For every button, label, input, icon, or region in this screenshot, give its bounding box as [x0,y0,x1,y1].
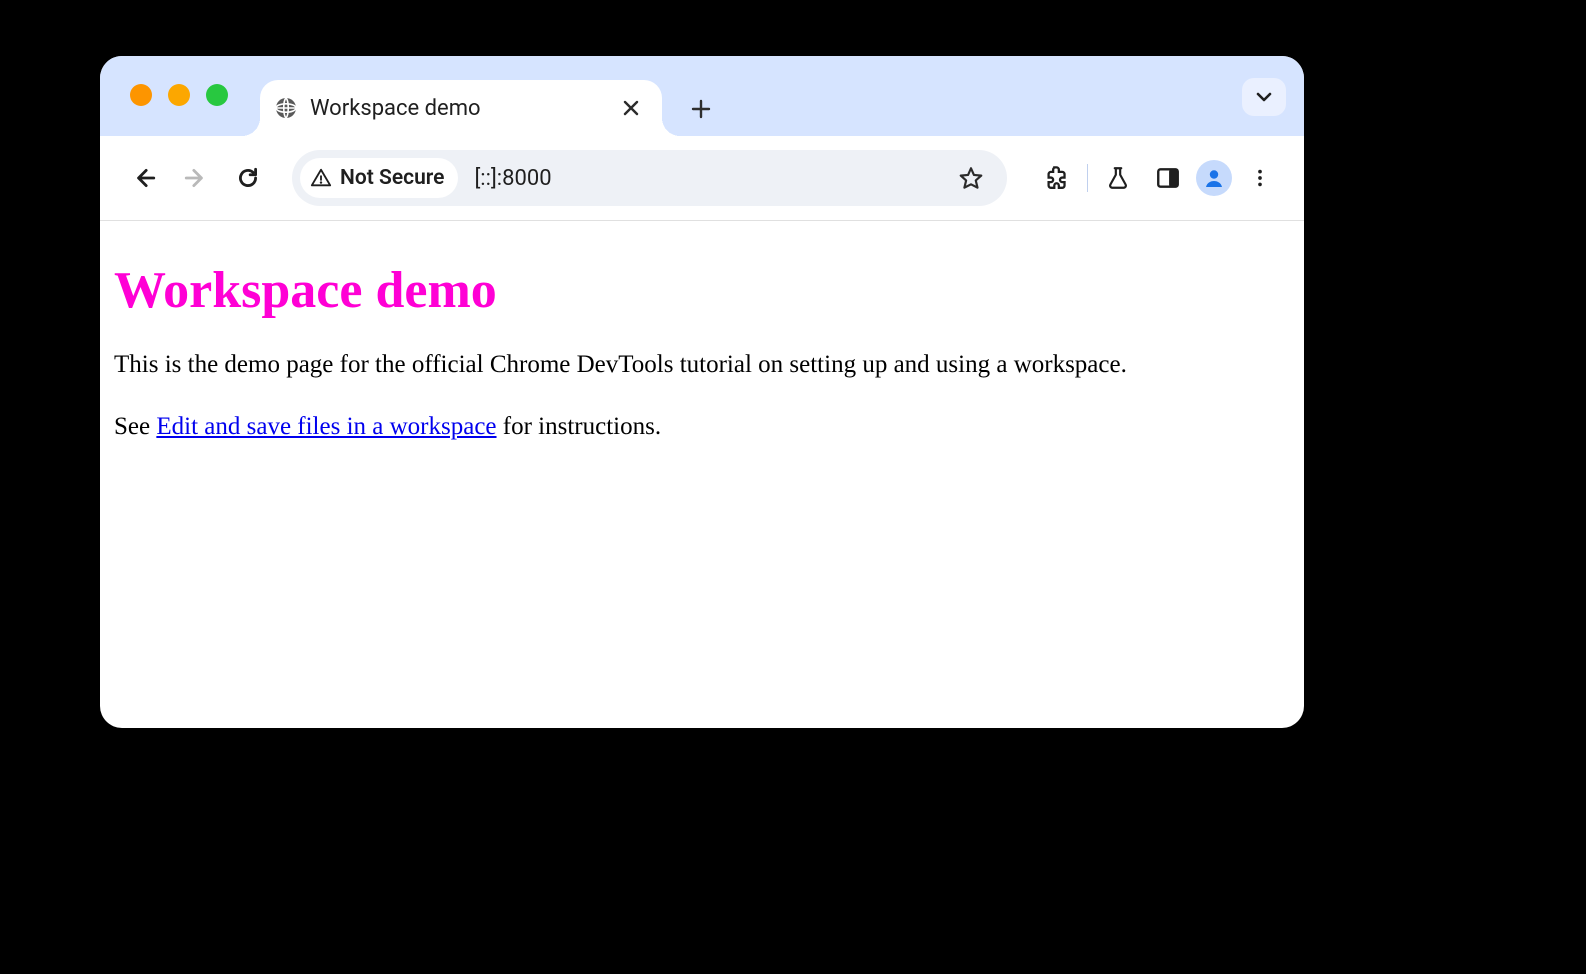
tab-strip: Workspace demo [100,56,1304,136]
toolbar-right [1035,156,1282,200]
security-chip[interactable]: Not Secure [300,158,458,198]
intro-paragraph: This is the demo page for the official C… [114,348,1290,382]
extensions-button[interactable] [1035,156,1079,200]
toolbar: Not Secure [::]:8000 [100,136,1304,221]
page-content: Workspace demo This is the demo page for… [100,221,1304,492]
window-controls [130,84,228,106]
warning-icon [310,167,332,189]
instructions-paragraph: See Edit and save files in a workspace f… [114,410,1290,444]
reload-button[interactable] [226,156,270,200]
side-panel-button[interactable] [1146,156,1190,200]
tutorial-link[interactable]: Edit and save files in a workspace [156,413,496,440]
url-text: [::]:8000 [474,166,949,191]
window-minimize-button[interactable] [168,84,190,106]
menu-button[interactable] [1238,156,1282,200]
globe-icon [274,96,298,120]
security-label: Not Secure [340,166,444,190]
bookmark-button[interactable] [953,160,989,196]
browser-window: Workspace demo Not Secure [100,56,1304,728]
tab-search-button[interactable] [1242,78,1286,116]
tab-title: Workspace demo [310,96,606,121]
new-tab-button[interactable] [684,92,718,126]
page-heading: Workspace demo [114,261,1290,320]
toolbar-divider [1087,164,1088,192]
window-close-button[interactable] [130,84,152,106]
tab-close-button[interactable] [618,95,644,121]
see-prefix: See [114,413,156,440]
back-button[interactable] [122,156,166,200]
browser-tab[interactable]: Workspace demo [260,80,662,136]
profile-button[interactable] [1196,160,1232,196]
forward-button[interactable] [174,156,218,200]
window-maximize-button[interactable] [206,84,228,106]
labs-button[interactable] [1096,156,1140,200]
address-bar[interactable]: Not Secure [::]:8000 [292,150,1007,206]
see-suffix: for instructions. [497,413,662,440]
